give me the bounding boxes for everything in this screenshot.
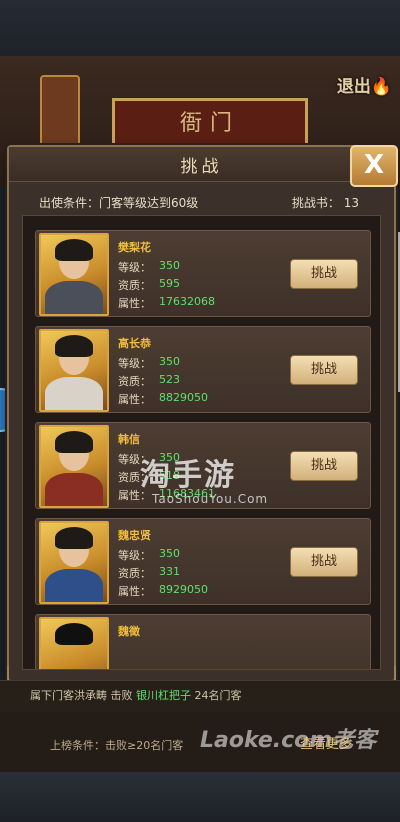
news-suffix: 24名门客 [194, 689, 242, 702]
ticket-count: 13 [343, 196, 359, 210]
quality-label: 资质： [118, 567, 151, 580]
attribute-label: 属性： [118, 585, 151, 598]
level-value: 350 [159, 259, 180, 272]
floor-background [0, 772, 400, 822]
challenge-conditions: 出使条件：门客等级达到60级 [39, 196, 199, 210]
attribute-label: 属性： [118, 297, 151, 310]
watermark-text: 淘手游 [140, 458, 236, 493]
quality-label: 资质： [118, 375, 151, 388]
exit-button[interactable]: 退出🔥 [337, 72, 392, 97]
challenge-button[interactable]: 挑战 [290, 547, 358, 577]
attribute-value: 8829050 [159, 391, 208, 404]
quality-value: 595 [159, 277, 180, 290]
retainer-portrait [39, 233, 109, 316]
retainer-portrait [39, 521, 109, 604]
retainer-name: 樊梨花 [118, 241, 151, 254]
challenge-button[interactable]: 挑战 [290, 355, 358, 385]
view-more-button[interactable]: 查看更多 [300, 733, 352, 752]
retainer-portrait [39, 425, 109, 508]
retainer-name: 高长恭 [118, 337, 151, 350]
hall-sign: 衙门 [112, 98, 308, 152]
retainer-card: 樊梨花 等级： 350 资质： 595 属性： 17632068 挑战 [35, 230, 371, 317]
watermark-subtext: TaoShouYou.Com [152, 492, 269, 506]
retainer-name: 韩信 [118, 433, 140, 446]
retainer-list[interactable]: 樊梨花 等级： 350 资质： 595 属性： 17632068 挑战 高长恭 … [22, 215, 381, 670]
news-prefix: 属下门客洪承畴 [30, 689, 107, 702]
news-verb: 击败 [110, 689, 133, 702]
quality-label: 资质： [118, 279, 151, 292]
level-label: 等级： [118, 357, 151, 370]
retainer-portrait [39, 329, 109, 412]
top-background [0, 0, 400, 56]
retainer-portrait [39, 617, 109, 669]
quality-value: 331 [159, 565, 180, 578]
lantern-icon [40, 75, 80, 149]
ticket-label: 挑战书： [291, 196, 340, 210]
attribute-value: 8929050 [159, 583, 208, 596]
retainer-card: 魏忠贤 等级： 350 资质： 331 属性： 8929050 挑战 [35, 518, 371, 605]
rank-condition: 上榜条件：击败≥20名门客 [50, 739, 184, 752]
flame-icon: 🔥 [370, 77, 392, 97]
retainer-card: 魏徵 [35, 614, 371, 669]
close-button[interactable]: X [350, 145, 398, 187]
retainer-name: 魏忠贤 [118, 529, 151, 542]
attribute-label: 属性： [118, 393, 151, 406]
challenge-ticket-count: 挑战书： 13 [292, 194, 359, 211]
battle-news: 属下门客洪承畴 击败 银川杠把子 24名门客 [30, 687, 242, 703]
level-value: 350 [159, 355, 180, 368]
challenge-button[interactable]: 挑战 [290, 451, 358, 481]
dialog-title: 挑战 [180, 157, 223, 177]
challenge-dialog: 挑战 X 出使条件：门客等级达到60级 挑战书： 13 樊梨花 等级： 350 … [7, 145, 398, 682]
level-label: 等级： [118, 261, 151, 274]
challenge-button[interactable]: 挑战 [290, 259, 358, 289]
level-value: 350 [159, 547, 180, 560]
news-target: 银川杠把子 [136, 689, 191, 702]
dialog-header: 挑战 [9, 147, 394, 182]
exit-label: 退出 [336, 77, 371, 97]
quality-value: 523 [159, 373, 180, 386]
level-label: 等级： [118, 549, 151, 562]
attribute-value: 17632068 [159, 295, 215, 308]
retainer-name: 魏徵 [118, 625, 140, 638]
retainer-card: 高长恭 等级： 350 资质： 523 属性： 8829050 挑战 [35, 326, 371, 413]
